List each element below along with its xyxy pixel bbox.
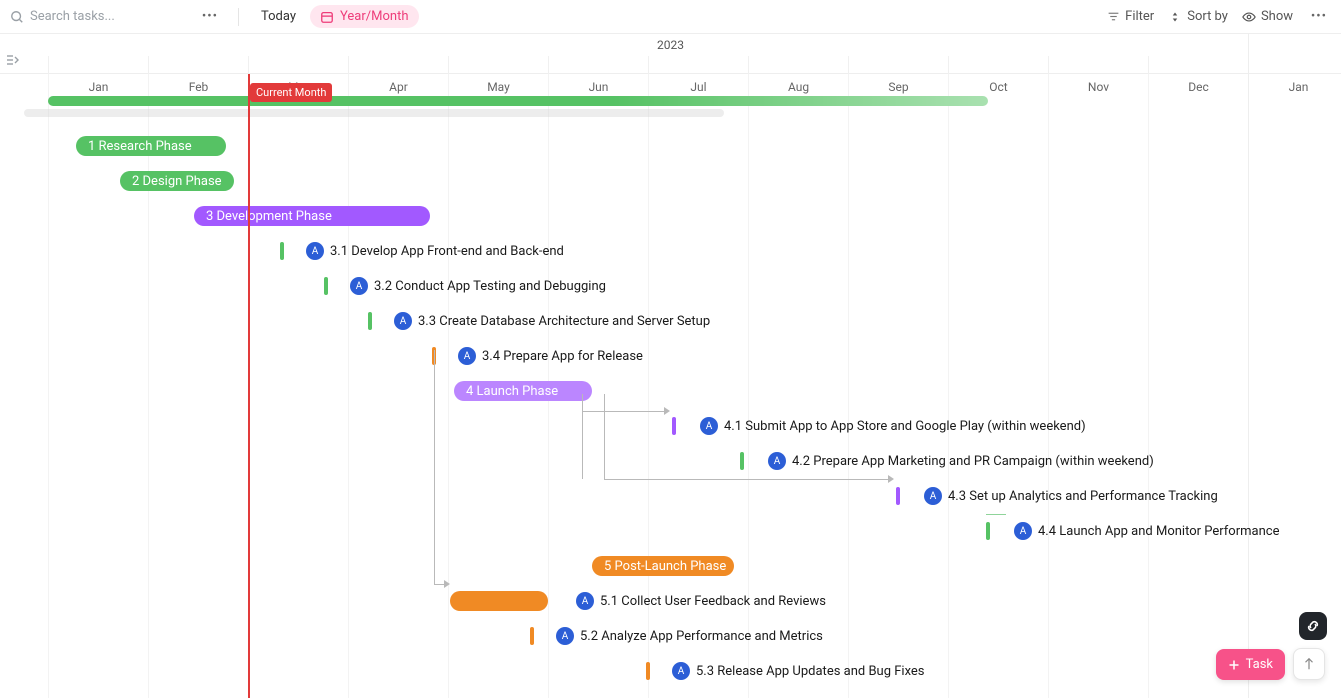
assignee-badge[interactable]: A — [768, 452, 786, 470]
assignee-badge[interactable]: A — [576, 592, 594, 610]
month-header: Oct — [948, 56, 1048, 96]
task-label[interactable]: 4.2 Prepare App Marketing and PR Campaig… — [792, 454, 1154, 469]
view-mode-label: Year/Month — [340, 9, 409, 24]
task-tick[interactable] — [530, 627, 534, 645]
month-header: Aug — [748, 56, 848, 96]
search-icon — [10, 10, 24, 24]
task-tick[interactable] — [280, 242, 284, 260]
assignee-badge[interactable]: A — [350, 277, 368, 295]
assignee-badge[interactable]: A — [394, 312, 412, 330]
task-label[interactable]: 4.4 Launch App and Monitor Performance — [1038, 524, 1279, 539]
eye-icon — [1242, 10, 1256, 24]
month-header: Jul — [648, 56, 748, 96]
separator — [238, 8, 239, 26]
task-label[interactable]: 3.3 Create Database Architecture and Ser… — [418, 314, 710, 329]
phase-post-launch[interactable]: 5 Post-Launch Phase — [592, 556, 734, 576]
assignee-badge[interactable]: A — [672, 662, 690, 680]
month-header: Apr — [348, 56, 448, 96]
overflow-icon[interactable]: ••• — [1307, 9, 1331, 24]
current-month-line — [248, 74, 250, 698]
month-header: Jan — [48, 56, 148, 96]
task-label[interactable]: 3.4 Prepare App for Release — [482, 349, 643, 364]
task-tick[interactable] — [646, 662, 650, 680]
month-header: Jun — [548, 56, 648, 96]
sort-icon — [1168, 10, 1182, 24]
filter-icon — [1106, 10, 1120, 24]
phase-design[interactable]: 2 Design Phase — [120, 171, 234, 191]
task-tick[interactable] — [896, 487, 900, 505]
more-options-icon[interactable]: ••• — [198, 9, 222, 24]
view-mode-pill[interactable]: Year/Month — [310, 5, 419, 28]
task-label[interactable]: 5.1 Collect User Feedback and Reviews — [600, 594, 826, 609]
search-wrapper[interactable] — [10, 9, 190, 24]
summary-bar[interactable] — [48, 96, 988, 106]
phase-development[interactable]: 3 Development Phase — [194, 206, 430, 226]
task-label[interactable]: 5.2 Analyze App Performance and Metrics — [580, 629, 823, 644]
toolbar-right: Filter Sort by Show ••• — [1106, 9, 1331, 24]
task-label[interactable]: 3.1 Develop App Front-end and Back-end — [330, 244, 564, 259]
show-button[interactable]: Show — [1242, 9, 1293, 24]
year-label: 2023 — [0, 38, 1341, 52]
timeline-header: 2023 JanFebMarAprMayJunJulAugSepOctNovDe… — [0, 34, 1341, 74]
month-header: Feb — [148, 56, 248, 96]
task-block[interactable] — [450, 591, 548, 611]
task-tick[interactable] — [672, 417, 676, 435]
task-label[interactable]: 4.3 Set up Analytics and Performance Tra… — [948, 489, 1218, 504]
phase-research[interactable]: 1 Research Phase — [76, 136, 226, 156]
today-button[interactable]: Today — [255, 5, 302, 28]
task-tick[interactable] — [368, 312, 372, 330]
assignee-badge[interactable]: A — [924, 487, 942, 505]
month-header: Sep — [848, 56, 948, 96]
assignee-badge[interactable]: A — [458, 347, 476, 365]
search-input[interactable] — [30, 9, 180, 24]
current-month-tag: Current Month — [250, 83, 332, 102]
gantt-area[interactable]: 2023 JanFebMarAprMayJunJulAugSepOctNovDe… — [0, 34, 1341, 698]
filter-button[interactable]: Filter — [1106, 9, 1154, 24]
month-header: Dec — [1148, 56, 1248, 96]
calendar-icon — [320, 10, 334, 24]
task-label[interactable]: 5.3 Release App Updates and Bug Fixes — [696, 664, 925, 679]
assignee-badge[interactable]: A — [1014, 522, 1032, 540]
assignee-badge[interactable]: A — [306, 242, 324, 260]
task-tick[interactable] — [740, 452, 744, 470]
task-tick[interactable] — [986, 522, 990, 540]
month-header: Nov — [1048, 56, 1148, 96]
new-task-button[interactable]: Task — [1216, 649, 1285, 680]
secondary-fab[interactable] — [1293, 648, 1325, 680]
task-label[interactable]: 4.1 Submit App to App Store and Google P… — [724, 419, 1086, 434]
link-icon[interactable] — [1299, 612, 1327, 640]
task-tick[interactable] — [324, 277, 328, 295]
toolbar: ••• Today Year/Month Filter Sort by — [0, 0, 1341, 34]
assignee-badge[interactable]: A — [556, 627, 574, 645]
gantt-rows: 1 Research Phase 2 Design Phase 3 Develo… — [0, 94, 1341, 698]
month-header: Jan — [1248, 56, 1341, 96]
sort-button[interactable]: Sort by — [1168, 9, 1228, 24]
month-header: May — [448, 56, 548, 96]
assignee-badge[interactable]: A — [700, 417, 718, 435]
phase-launch[interactable]: 4 Launch Phase — [454, 381, 592, 401]
toolbar-left: ••• Today Year/Month — [10, 5, 419, 28]
task-tick[interactable] — [432, 347, 436, 365]
task-label[interactable]: 3.2 Conduct App Testing and Debugging — [374, 279, 606, 294]
